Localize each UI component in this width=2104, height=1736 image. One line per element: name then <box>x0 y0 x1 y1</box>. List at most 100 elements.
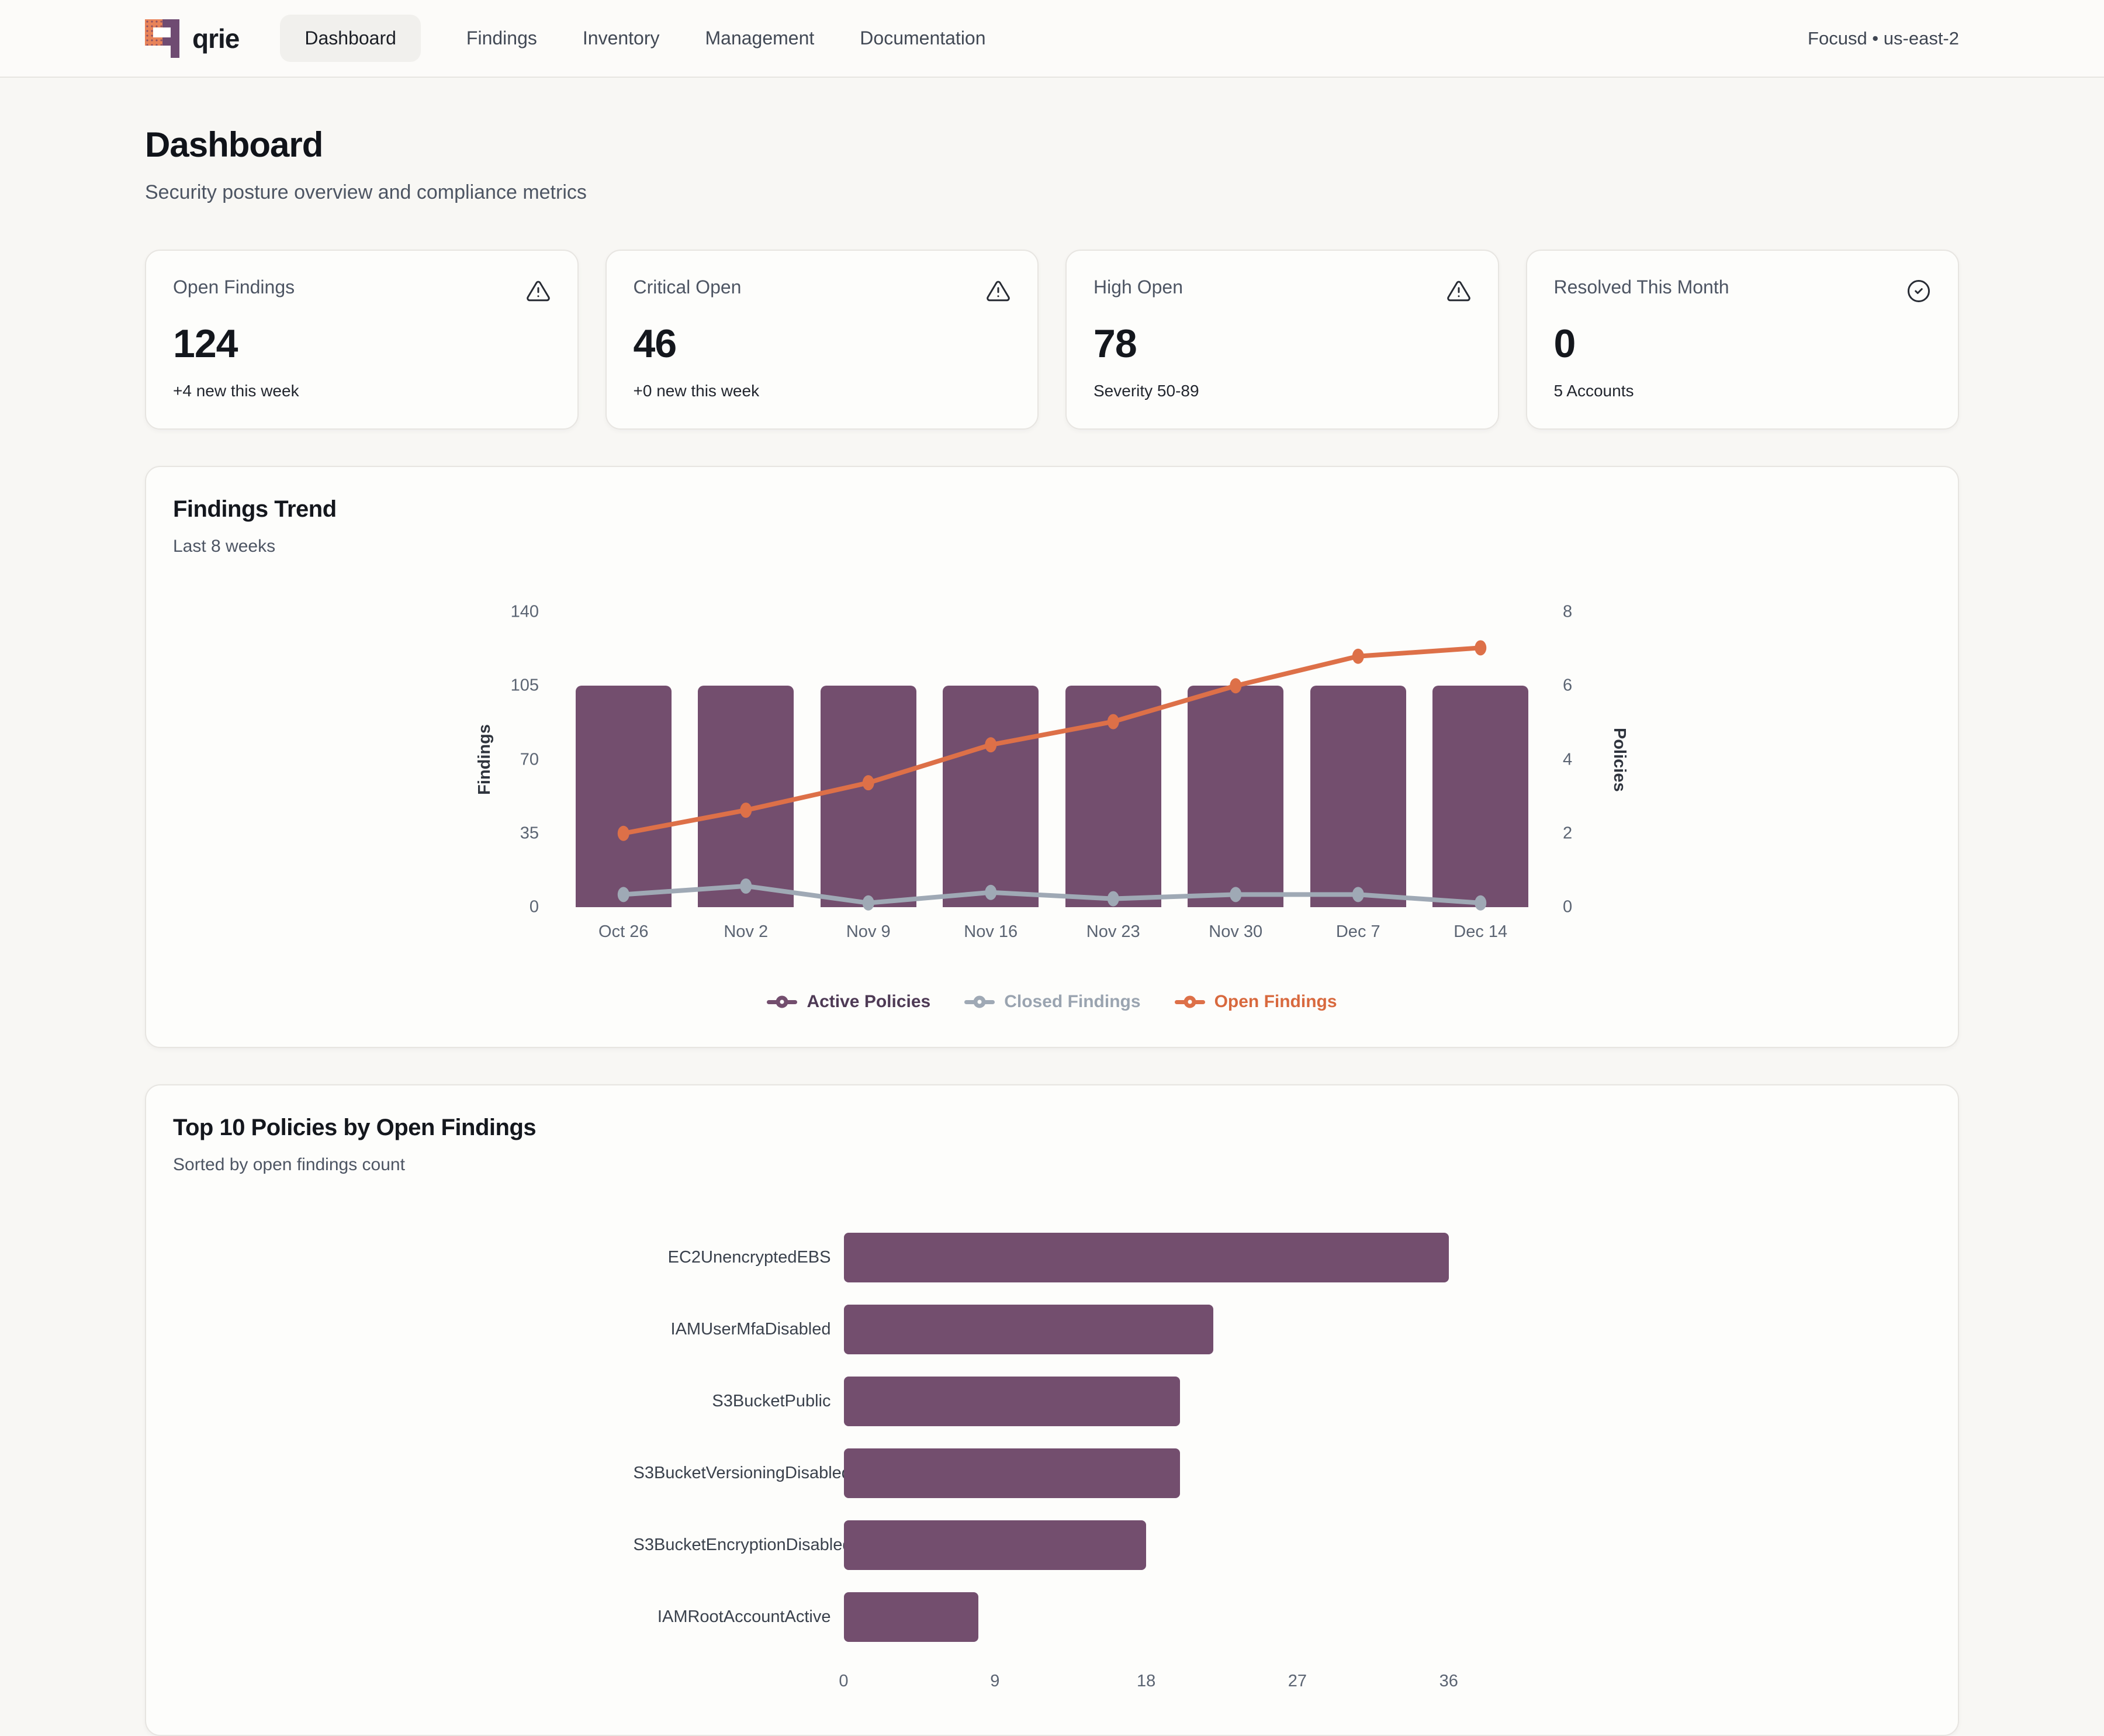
nav-item-dashboard[interactable]: Dashboard <box>280 15 421 62</box>
y-tick-label: 0 <box>1563 898 1572 917</box>
dashboard-page: { "nav": { "logo_text": "qrie", "items":… <box>0 0 2104 1680</box>
findings-trend-panel: Findings Trend Last 8 weeks Findings 035… <box>145 466 1959 1048</box>
top-policies-panel: Top 10 Policies by Open Findings Sorted … <box>145 1084 1959 1736</box>
trend-legend: Active Policies Closed Findings Open Findi… <box>173 992 1931 1012</box>
hbar-label: IAMRootAccountActive <box>634 1607 844 1627</box>
nav-item-findings[interactable]: Findings <box>466 27 537 49</box>
hbar-row: IAMRootAccountActive <box>634 1581 1471 1653</box>
page-subtitle: Security posture overview and compliance… <box>145 181 1959 204</box>
main-content: Dashboard Security posture overview and … <box>0 125 2104 1736</box>
hbar-bar <box>844 1377 1180 1426</box>
hbar-track <box>844 1305 1471 1354</box>
hbar-row: S3BucketPublic <box>634 1365 1471 1437</box>
hbar-track <box>844 1592 1471 1642</box>
y-tick-label: 70 <box>520 750 539 769</box>
x-tick-label: Nov 2 <box>724 922 768 942</box>
stat-card-critical-open: Critical Open 46 +0 new this week <box>605 250 1039 430</box>
legend-label: Closed Findings <box>1004 992 1140 1012</box>
brand-name: qrie <box>192 23 239 54</box>
left-axis-title: Findings <box>475 612 494 907</box>
brand[interactable]: qrie <box>145 19 239 58</box>
stat-label: Critical Open <box>634 276 742 298</box>
y-tick-label: 0 <box>530 898 539 917</box>
y-tick-label: 105 <box>511 676 539 696</box>
stat-label: High Open <box>1093 276 1183 298</box>
legend-label: Open Findings <box>1214 992 1337 1012</box>
x-tick-label: Nov 9 <box>846 922 891 942</box>
y-tick-label: 35 <box>520 824 539 843</box>
hbar-label: IAMUserMfaDisabled <box>634 1320 844 1339</box>
hbar-row: S3BucketVersioningDisabled <box>634 1437 1471 1509</box>
x-tick-label: 27 <box>1288 1672 1307 1691</box>
legend-line-marker-icon <box>767 996 797 1008</box>
hbar-label: S3BucketPublic <box>634 1392 844 1411</box>
check-circle-icon <box>1906 279 1931 303</box>
trend-title: Findings Trend <box>173 496 1931 523</box>
trend-plot: Oct 26Nov 2Nov 9Nov 16Nov 23Nov 30Dec 7D… <box>562 612 1542 907</box>
stat-subtext: Severity 50-89 <box>1093 382 1471 400</box>
stat-subtext: +0 new this week <box>634 382 1011 400</box>
hbar-bar <box>844 1305 1214 1354</box>
top-policies-subtitle: Sorted by open findings count <box>173 1155 1931 1175</box>
nav-item-documentation[interactable]: Documentation <box>860 27 985 49</box>
x-tick-label: 36 <box>1439 1672 1458 1691</box>
stat-value: 0 <box>1554 321 1932 366</box>
y-tick-label: 4 <box>1563 750 1572 769</box>
findings-trend-chart: Findings 03570105140 Oct 26Nov 2Nov 9Nov… <box>173 612 1931 907</box>
right-axis-title: Policies <box>1610 612 1629 907</box>
x-tick-label: 18 <box>1137 1672 1155 1691</box>
top-nav: qrie Dashboard Findings Inventory Manage… <box>0 0 2104 78</box>
hbar-track <box>844 1448 1471 1498</box>
qrie-logo-icon <box>145 19 179 58</box>
stat-card-open-findings: Open Findings 124 +4 new this week <box>145 250 579 430</box>
hbar-bar <box>844 1592 978 1642</box>
legend-line-marker-icon <box>964 996 995 1008</box>
account-region-label: Focusd • us-east-2 <box>1808 28 1959 49</box>
warning-triangle-icon <box>526 279 551 303</box>
x-tick-label: Oct 26 <box>598 922 648 942</box>
hbar-track <box>844 1520 1471 1570</box>
nav-left: qrie Dashboard Findings Inventory Manage… <box>145 15 986 62</box>
logo-descender <box>171 46 179 58</box>
nav-item-inventory[interactable]: Inventory <box>583 27 660 49</box>
hbar-label: S3BucketEncryptionDisabled <box>634 1536 844 1555</box>
hbar-label: EC2UnencryptedEBS <box>634 1248 844 1267</box>
warning-triangle-icon <box>1446 279 1471 303</box>
x-tick-label: Dec 14 <box>1454 922 1507 942</box>
logo-notch <box>153 27 171 37</box>
stat-value: 124 <box>173 321 551 366</box>
top-policies-title: Top 10 Policies by Open Findings <box>173 1115 1931 1141</box>
legend-item: Closed Findings <box>964 992 1140 1012</box>
legend-line-marker-icon <box>1175 996 1205 1008</box>
hbar-track <box>844 1377 1471 1426</box>
y-tick-label: 8 <box>1563 603 1572 622</box>
top-policies-chart: EC2UnencryptedEBS IAMUserMfaDisabled S3Buc… <box>634 1222 1471 1700</box>
hbar-row: S3BucketEncryptionDisabled <box>634 1509 1471 1581</box>
x-tick-label: Nov 30 <box>1209 922 1262 942</box>
stat-value: 78 <box>1093 321 1471 366</box>
left-axis-ticks: 03570105140 <box>494 612 559 907</box>
x-tick-label: Nov 16 <box>964 922 1018 942</box>
x-tick-label: 0 <box>839 1672 848 1691</box>
warning-triangle-icon <box>986 279 1011 303</box>
hbar-row: EC2UnencryptedEBS <box>634 1222 1471 1294</box>
page-title: Dashboard <box>145 125 1959 165</box>
legend-item: Open Findings <box>1175 992 1337 1012</box>
hbar-bar <box>844 1448 1180 1498</box>
hbar-label: S3BucketVersioningDisabled <box>634 1464 844 1483</box>
x-tick-label: Nov 23 <box>1086 922 1140 942</box>
stat-label: Resolved This Month <box>1554 276 1729 298</box>
legend-item: Active Policies <box>767 992 930 1012</box>
stat-cards-row: Open Findings 124 +4 new this week Criti… <box>145 250 1959 430</box>
right-axis-ticks: 02468 <box>1545 612 1610 907</box>
y-tick-label: 6 <box>1563 676 1572 696</box>
hbar-bar <box>844 1520 1147 1570</box>
stat-card-high-open: High Open 78 Severity 50-89 <box>1065 250 1499 430</box>
trend-lines <box>562 612 1542 907</box>
stat-subtext: +4 new this week <box>173 382 551 400</box>
primary-nav: Dashboard Findings Inventory Management … <box>280 15 985 62</box>
hbar-bar <box>844 1233 1449 1282</box>
hbar-x-axis: 09182736 <box>844 1653 1471 1700</box>
nav-item-management[interactable]: Management <box>705 27 815 49</box>
hbar-row: IAMUserMfaDisabled <box>634 1294 1471 1365</box>
